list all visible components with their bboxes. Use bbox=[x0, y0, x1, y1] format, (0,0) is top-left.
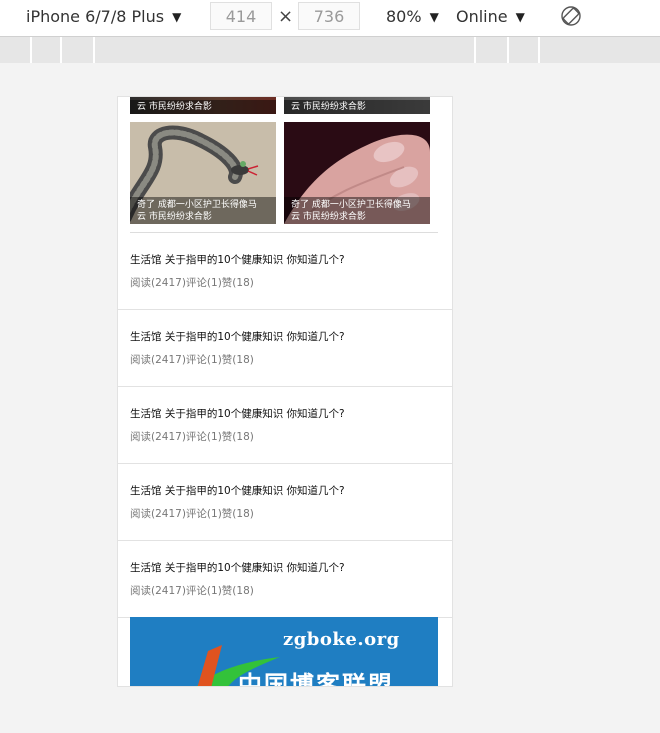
device-viewport: 云 市民纷纷求合影 云 市民纷纷求合影 奇了 成都一小区护卫长得像马 云 市民纷… bbox=[118, 97, 452, 686]
banner-ad[interactable]: zgboke.org 中国博客联盟 bbox=[130, 617, 438, 686]
image-card[interactable]: 奇了 成都一小区护卫长得像马 云 市民纷纷求合影 bbox=[130, 122, 276, 224]
image-card[interactable]: 奇了 成都一小区护卫长得像马 云 市民纷纷求合影 bbox=[284, 122, 430, 224]
width-input[interactable]: 414 bbox=[210, 2, 272, 30]
news-meta: 阅读(2417)评论(1)赞(18) bbox=[130, 431, 254, 443]
card-caption: 云 市民纷纷求合影 bbox=[284, 100, 430, 114]
times-separator: × bbox=[278, 6, 294, 27]
caption-line: 云 市民纷纷求合影 bbox=[137, 212, 212, 222]
media-query-segment[interactable] bbox=[538, 37, 540, 63]
height-input[interactable]: 736 bbox=[298, 2, 360, 30]
news-title[interactable]: 生活馆 关于指甲的10个健康知识 你知道几个? bbox=[130, 406, 345, 421]
news-list-item[interactable]: 生活馆 关于指甲的10个健康知识 你知道几个? 阅读(2417)评论(1)赞(1… bbox=[118, 310, 452, 387]
news-list-item[interactable]: 生活馆 关于指甲的10个健康知识 你知道几个? 阅读(2417)评论(1)赞(1… bbox=[118, 464, 452, 541]
news-title[interactable]: 生活馆 关于指甲的10个健康知识 你知道几个? bbox=[130, 252, 345, 267]
news-list-item[interactable]: 生活馆 关于指甲的10个健康知识 你知道几个? 阅读(2417)评论(1)赞(1… bbox=[118, 387, 452, 464]
zoom-label: 80% bbox=[386, 7, 422, 26]
news-list-item[interactable]: 生活馆 关于指甲的10个健康知识 你知道几个? 阅读(2417)评论(1)赞(1… bbox=[118, 233, 452, 310]
news-meta: 阅读(2417)评论(1)赞(18) bbox=[130, 277, 254, 289]
news-list-item[interactable]: 生活馆 关于指甲的10个健康知识 你知道几个? 阅读(2417)评论(1)赞(1… bbox=[118, 541, 452, 618]
image-card[interactable]: 云 市民纷纷求合影 bbox=[284, 97, 430, 114]
media-query-bar[interactable] bbox=[0, 37, 660, 63]
media-query-segment[interactable] bbox=[30, 37, 32, 63]
device-select[interactable]: iPhone 6/7/8 Plus ▼ bbox=[26, 7, 181, 26]
banner-title: 中国博客联盟 bbox=[238, 671, 394, 686]
caption-line: 奇了 成都一小区护卫长得像马 bbox=[291, 200, 411, 210]
banner-url: zgboke.org bbox=[283, 629, 400, 650]
caret-down-icon: ▼ bbox=[429, 9, 439, 24]
network-label: Online bbox=[456, 7, 508, 26]
device-toolbar: iPhone 6/7/8 Plus ▼ 414 × 736 80% ▼ Onli… bbox=[0, 0, 660, 37]
news-title[interactable]: 生活馆 关于指甲的10个健康知识 你知道几个? bbox=[130, 483, 345, 498]
rotate-icon[interactable] bbox=[560, 5, 582, 27]
news-meta: 阅读(2417)评论(1)赞(18) bbox=[130, 585, 254, 597]
device-label: iPhone 6/7/8 Plus bbox=[26, 7, 165, 26]
caption-line: 云 市民纷纷求合影 bbox=[291, 212, 366, 222]
news-title[interactable]: 生活馆 关于指甲的10个健康知识 你知道几个? bbox=[130, 329, 345, 344]
caption-line: 奇了 成都一小区护卫长得像马 bbox=[137, 200, 257, 210]
news-meta: 阅读(2417)评论(1)赞(18) bbox=[130, 354, 254, 366]
caption-line: 云 市民纷纷求合影 bbox=[137, 102, 212, 112]
media-query-segment[interactable] bbox=[507, 37, 509, 63]
card-caption: 奇了 成都一小区护卫长得像马 云 市民纷纷求合影 bbox=[284, 197, 430, 224]
caret-down-icon: ▼ bbox=[172, 9, 182, 24]
media-query-segment[interactable] bbox=[93, 37, 95, 63]
caret-down-icon: ▼ bbox=[515, 9, 525, 24]
card-caption: 云 市民纷纷求合影 bbox=[130, 100, 276, 114]
media-query-segment[interactable] bbox=[474, 37, 476, 63]
network-throttle-select[interactable]: Online ▼ bbox=[456, 7, 525, 26]
media-query-segment[interactable] bbox=[60, 37, 62, 63]
zoom-select[interactable]: 80% ▼ bbox=[386, 7, 439, 26]
card-caption: 奇了 成都一小区护卫长得像马 云 市民纷纷求合影 bbox=[130, 197, 276, 224]
news-title[interactable]: 生活馆 关于指甲的10个健康知识 你知道几个? bbox=[130, 560, 345, 575]
image-card[interactable]: 云 市民纷纷求合影 bbox=[130, 97, 276, 114]
news-meta: 阅读(2417)评论(1)赞(18) bbox=[130, 508, 254, 520]
caption-line: 云 市民纷纷求合影 bbox=[291, 102, 366, 112]
